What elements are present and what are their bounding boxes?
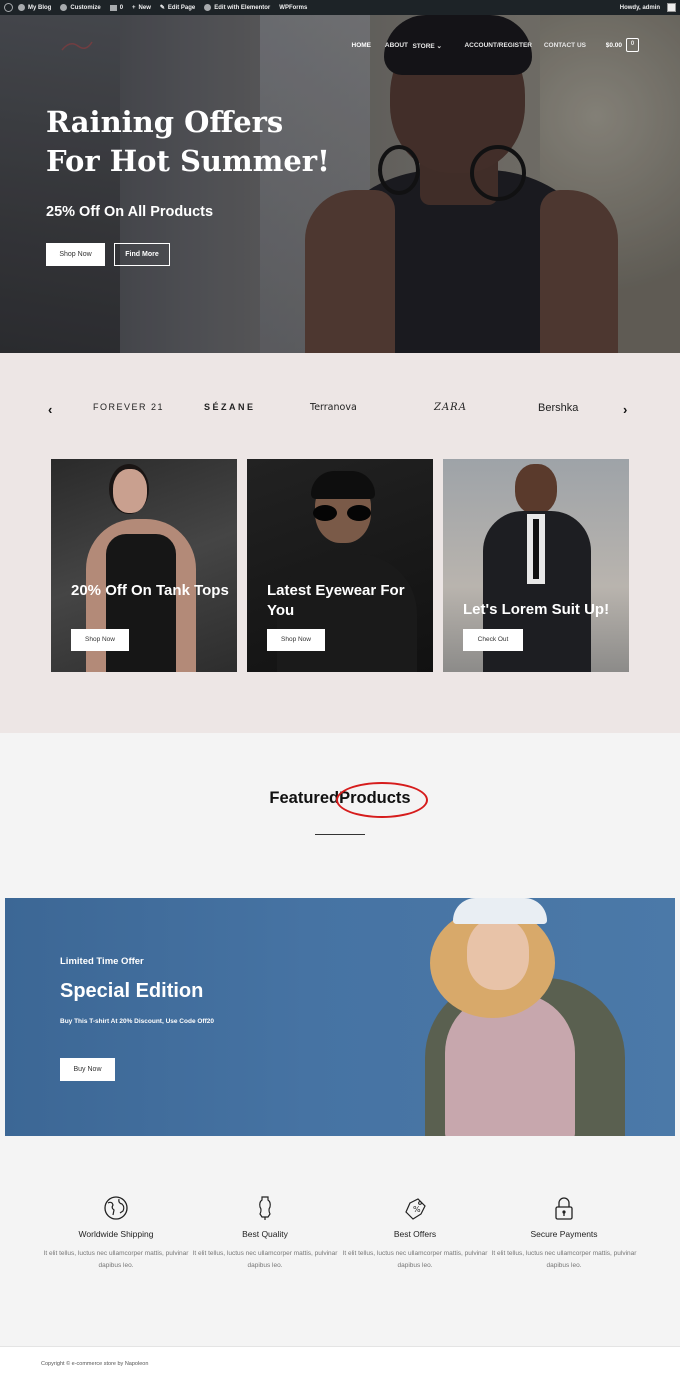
admin-wpforms[interactable]: WPForms xyxy=(279,5,307,11)
feature-name: Best Offers xyxy=(393,1229,437,1239)
promo-title: Let's Lorem Suit Up! xyxy=(463,601,610,618)
admin-howdy[interactable]: Howdy, admin xyxy=(620,5,660,11)
admin-new[interactable]: + New xyxy=(132,5,151,11)
banner-title: Special Edition xyxy=(60,980,204,1002)
banner-model-face xyxy=(467,918,529,990)
admin-edit-page[interactable]: ✎ Edit Page xyxy=(159,4,195,12)
feature-worldwide-shipping: Worldwide Shipping It elit tellus, luctu… xyxy=(41,1195,191,1272)
nav-contact-us[interactable]: CONTACT US xyxy=(544,42,586,49)
brand-zara-logo[interactable]: ZARA xyxy=(434,402,467,413)
annotation-circle xyxy=(336,782,428,818)
cart-icon[interactable]: 0 xyxy=(626,38,639,52)
home-icon xyxy=(18,4,25,11)
nav-account-register[interactable]: ACCOUNT/REGISTER xyxy=(464,42,532,49)
wordpress-logo-icon[interactable] xyxy=(4,3,13,12)
hero-find-more-button[interactable]: Find More xyxy=(114,243,170,266)
feature-secure-payments: Secure Payments It elit tellus, luctus n… xyxy=(489,1195,639,1272)
divider xyxy=(315,834,365,835)
cart-total[interactable]: $0.00 xyxy=(606,42,622,49)
admin-bar: My Blog Customize 0 + New ✎ Edit Page Edit… xyxy=(0,0,680,15)
feature-best-quality: Best Quality It elit tellus, luctus nec … xyxy=(190,1195,340,1272)
promo-card-tank-tops[interactable]: 20% Off On Tank Tops Shop Now xyxy=(51,459,237,672)
footer-copyright: Copyright © e-commerce store by Napoleon xyxy=(41,1361,149,1367)
globe-icon xyxy=(104,1196,128,1220)
promo-check-out-button[interactable]: Check Out xyxy=(463,629,523,651)
comment-icon xyxy=(109,4,117,11)
feature-name: Secure Payments xyxy=(530,1229,598,1239)
admin-comments[interactable]: 0 xyxy=(109,4,123,11)
site-logo[interactable] xyxy=(56,38,96,54)
hero-shop-now-button[interactable]: Shop Now xyxy=(46,243,105,266)
brand-sezane-logo[interactable]: SÉZANE xyxy=(204,402,256,412)
hero-title: Raining Offers For Hot Summer! xyxy=(46,105,330,178)
price-tag-icon: % xyxy=(405,1198,426,1220)
promo-card-suit[interactable]: Let's Lorem Suit Up! Check Out xyxy=(443,459,629,672)
promo-model-hair xyxy=(311,471,375,499)
svg-text:%: % xyxy=(413,1205,421,1214)
elementor-icon xyxy=(204,4,212,11)
hero-section xyxy=(0,15,680,353)
brand-terranova-logo[interactable]: Terranova xyxy=(310,402,357,413)
special-edition-banner xyxy=(5,898,675,1136)
chevron-right-icon[interactable]: › xyxy=(623,402,627,417)
promo-shop-now-button[interactable]: Shop Now xyxy=(71,629,129,651)
feature-description: It elit tellus, luctus nec ullamcorper m… xyxy=(342,1250,488,1269)
promo-model-top xyxy=(106,534,176,672)
brand-forever21-logo[interactable]: FOREVER 21 xyxy=(93,402,164,412)
brand-bershka-logo[interactable]: Bershka xyxy=(538,402,578,414)
promo-title: Latest Eyewear For You xyxy=(267,582,405,619)
promo-card-eyewear[interactable]: Latest Eyewear For You Shop Now xyxy=(247,459,433,672)
promo-model-face xyxy=(515,464,557,514)
admin-edit-elementor[interactable]: Edit with Elementor xyxy=(204,4,270,11)
nav-home[interactable]: HOME xyxy=(352,42,372,49)
promo-shop-now-button[interactable]: Shop Now xyxy=(267,629,325,651)
banner-buy-now-button[interactable]: Buy Now xyxy=(60,1058,115,1081)
lock-icon xyxy=(555,1197,573,1220)
hero-subtitle: 25% Off On All Products xyxy=(46,204,214,220)
admin-customize[interactable]: Customize xyxy=(60,4,101,11)
feature-name: Best Quality xyxy=(242,1229,288,1239)
chevron-left-icon[interactable]: ‹ xyxy=(48,402,52,417)
banner-label: Limited Time Offer xyxy=(60,956,144,967)
admin-my-blog[interactable]: My Blog xyxy=(18,4,51,11)
avatar[interactable] xyxy=(667,3,676,12)
plus-icon: + xyxy=(132,4,136,11)
nav-about[interactable]: ABOUT xyxy=(385,42,408,49)
feature-description: It elit tellus, luctus nec ullamcorper m… xyxy=(192,1250,338,1269)
nav-store[interactable]: STORE ⌄ xyxy=(412,42,442,50)
feature-description: It elit tellus, luctus nec ullamcorper m… xyxy=(491,1250,637,1269)
chevron-down-icon: ⌄ xyxy=(436,43,442,50)
feature-description: It elit tellus, luctus nec ullamcorper m… xyxy=(43,1250,189,1269)
banner-text: Buy This T-shirt At 20% Discount, Use Co… xyxy=(60,1018,214,1025)
sunglasses-icon xyxy=(313,505,337,521)
feature-best-offers: % Best Offers It elit tellus, luctus nec… xyxy=(340,1195,490,1272)
dress-form-icon xyxy=(259,1196,271,1220)
promo-model-tie xyxy=(533,519,539,579)
promo-model-face xyxy=(113,469,147,513)
banner-model-cap xyxy=(453,898,547,924)
feature-name: Worldwide Shipping xyxy=(78,1229,154,1239)
pencil-icon: ✎ xyxy=(159,5,165,11)
brush-icon xyxy=(60,4,68,11)
promo-title: 20% Off On Tank Tops xyxy=(71,582,229,599)
sunglasses-icon xyxy=(347,505,371,521)
hero-overlay xyxy=(0,15,680,353)
